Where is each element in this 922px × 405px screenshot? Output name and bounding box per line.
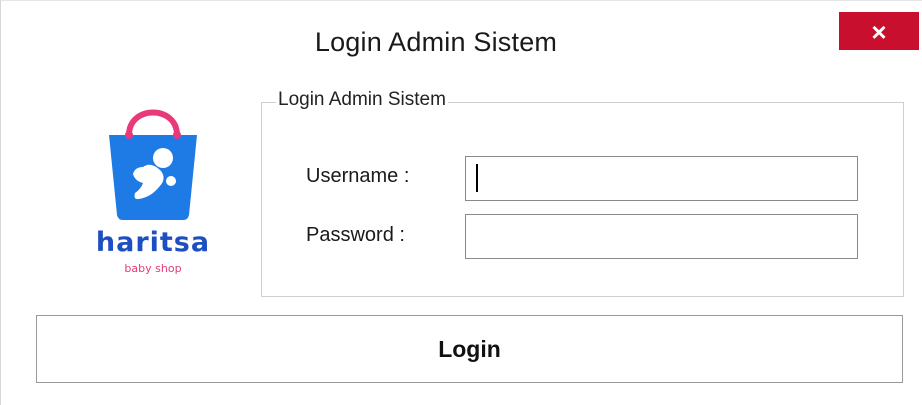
login-groupbox: Login Admin Sistem Username : Password : — [261, 89, 904, 297]
brand-tagline: baby shop — [124, 262, 182, 275]
username-input[interactable] — [465, 156, 858, 201]
close-icon: × — [871, 17, 887, 47]
password-input[interactable] — [465, 214, 858, 259]
username-field-wrap — [465, 156, 858, 201]
shopping-bag-baby-icon — [109, 109, 197, 220]
username-label: Username : — [306, 165, 410, 187]
close-button[interactable]: × — [839, 12, 919, 50]
login-button[interactable]: Login — [36, 315, 903, 383]
password-label: Password : — [306, 224, 405, 246]
login-window: Login Admin Sistem × haritsa baby shop L… — [0, 0, 922, 405]
brand-logo: haritsa baby shop — [83, 101, 223, 286]
groupbox-title: Login Admin Sistem — [276, 89, 448, 111]
text-caret — [476, 164, 478, 192]
window-title: Login Admin Sistem — [314, 27, 558, 57]
brand-name: haritsa — [95, 227, 211, 258]
